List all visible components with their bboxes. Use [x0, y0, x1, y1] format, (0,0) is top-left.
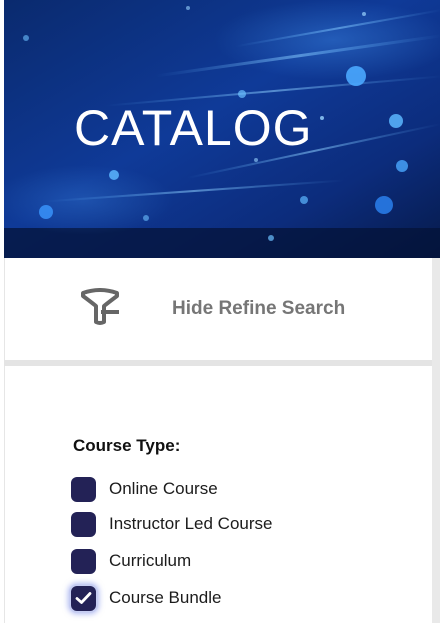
curriculum-label: Curriculum [109, 551, 192, 570]
course-bundle-label: Course Bundle [109, 588, 222, 607]
filter-icon [81, 288, 119, 325]
refine-search-label: Hide Refine Search [172, 298, 346, 319]
instructor-led-course-label: Instructor Led Course [109, 514, 273, 533]
scroll-track [432, 258, 440, 623]
page-title: CATALOG [74, 100, 313, 156]
instructor-led-course-checkbox[interactable] [71, 512, 96, 537]
course-bundle-checkbox[interactable] [71, 586, 96, 611]
online-course-label: Online Course [109, 479, 218, 498]
curriculum-checkbox[interactable] [71, 549, 96, 574]
refine-filters-panel: Course Type: Online Course Instructor Le… [4, 366, 432, 623]
online-course-checkbox[interactable] [71, 477, 96, 502]
catalog-page: CATALOG Hide Refine Search Course Type: … [0, 0, 440, 623]
catalog-banner: CATALOG [4, 0, 440, 258]
checkmark-icon [75, 592, 92, 604]
course-type-heading: Course Type: [73, 436, 181, 455]
hide-refine-search-button[interactable]: Hide Refine Search [4, 258, 432, 360]
